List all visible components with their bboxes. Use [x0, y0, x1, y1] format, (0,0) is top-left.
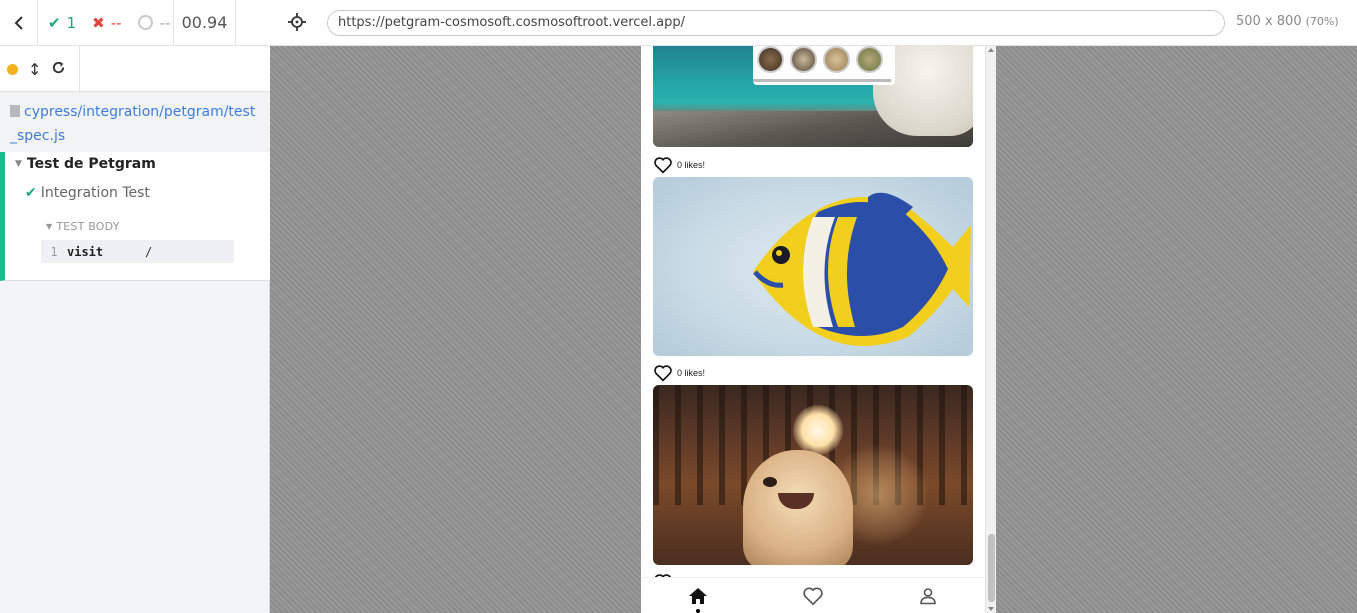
auto-scroll-icon[interactable]: ↕: [28, 60, 41, 79]
run-controls: ↕: [0, 46, 80, 92]
controls-bar: ↕: [0, 46, 270, 92]
post-photo-dog[interactable]: [653, 385, 973, 565]
test-title[interactable]: ✔ Integration Test: [25, 185, 150, 201]
spec-file-link[interactable]: cypress/integration/petgram/test_spec.js: [10, 100, 260, 148]
test-body-label-text: TEST BODY: [56, 220, 120, 233]
scroll-down-arrow-icon[interactable]: [988, 607, 994, 611]
url-input[interactable]: https://petgram-cosmosoft.cosmosoftroot.…: [327, 10, 1225, 36]
spec-path-text: cypress/integration/petgram/test_spec.js: [10, 104, 256, 144]
command-number: 1: [50, 244, 58, 259]
check-icon: ✔: [25, 185, 37, 201]
home-icon: [689, 587, 708, 604]
post-photo-lake[interactable]: [653, 46, 973, 147]
nav-favs[interactable]: [793, 579, 833, 613]
duration: 00.94: [173, 0, 236, 46]
viewport-size: 500 x 800: [1236, 14, 1302, 29]
like-row: 0 likes!: [653, 156, 705, 174]
suite: ▼ Test de Petgram ✔ Integration Test ▼ TEST…: [0, 152, 270, 281]
active-indicator: [696, 608, 701, 613]
run-stats: ✔ 1 ✖ -- --: [38, 0, 173, 46]
nav-home[interactable]: [678, 579, 718, 613]
restart-icon[interactable]: [51, 60, 66, 79]
stage-background: 0 likes! 0 likes!: [270, 46, 1357, 613]
spec-header: cypress/integration/petgram/test_spec.js: [0, 92, 270, 152]
command-arg: /: [145, 244, 153, 259]
close-icon: ✖: [92, 13, 105, 32]
category-scrollbar[interactable]: [753, 79, 891, 82]
stats-bar: ✔ 1 ✖ -- -- 00.94: [0, 0, 270, 46]
app-scrollbar[interactable]: [985, 46, 996, 613]
running-indicator: [7, 63, 18, 75]
sun-glow: [793, 405, 843, 455]
category-item[interactable]: [757, 46, 784, 73]
failed-count: --: [110, 13, 122, 32]
passed-count: 1: [66, 13, 77, 32]
zoom-level: (70%): [1305, 15, 1339, 28]
chevron-left-icon: [14, 15, 23, 30]
url-bar: https://petgram-cosmosoft.cosmosoftroot.…: [270, 0, 1357, 46]
like-count: 0 likes!: [677, 160, 706, 170]
scroll-up-arrow-icon[interactable]: [988, 48, 994, 52]
user-icon: [919, 587, 936, 604]
caret-down-icon: ▼: [15, 159, 22, 169]
scrollbar-thumb[interactable]: [988, 534, 995, 602]
heart-icon: [803, 587, 823, 605]
post-photo-fish[interactable]: [653, 177, 973, 356]
like-count: 0 likes!: [677, 368, 706, 378]
pending-icon: [137, 15, 153, 30]
test-title-text: Integration Test: [40, 185, 150, 201]
viewport-info: 500 x 800 (70%): [1236, 14, 1339, 29]
command-row[interactable]: 1 visit /: [41, 240, 234, 263]
category-item[interactable]: [856, 46, 883, 73]
bottom-nav: [641, 577, 985, 613]
heart-icon[interactable]: [653, 156, 673, 174]
app-frame: 0 likes! 0 likes!: [641, 46, 996, 613]
like-row: 0 likes!: [653, 364, 705, 382]
caret-down-icon: ▼: [46, 222, 53, 231]
reporter-panel: ✔ 1 ✖ -- -- 00.94 ↕ cypress/integration/…: [0, 0, 270, 613]
nav-user[interactable]: [908, 579, 948, 613]
check-icon: ✔: [48, 13, 61, 32]
suite-title[interactable]: ▼ Test de Petgram: [15, 156, 156, 172]
category-item[interactable]: [823, 46, 850, 73]
suite-title-text: Test de Petgram: [26, 156, 156, 172]
category-list: [753, 46, 895, 85]
fish-illustration: [753, 192, 971, 346]
crosshair-icon[interactable]: [288, 13, 306, 31]
test-body-label[interactable]: ▼ TEST BODY: [46, 220, 120, 233]
dog-nose: [763, 477, 777, 487]
heart-icon[interactable]: [653, 364, 673, 382]
command-name: visit: [67, 244, 104, 259]
back-button[interactable]: [0, 0, 38, 46]
category-item[interactable]: [790, 46, 817, 73]
file-icon: [10, 105, 20, 117]
pending-count: --: [159, 13, 171, 32]
